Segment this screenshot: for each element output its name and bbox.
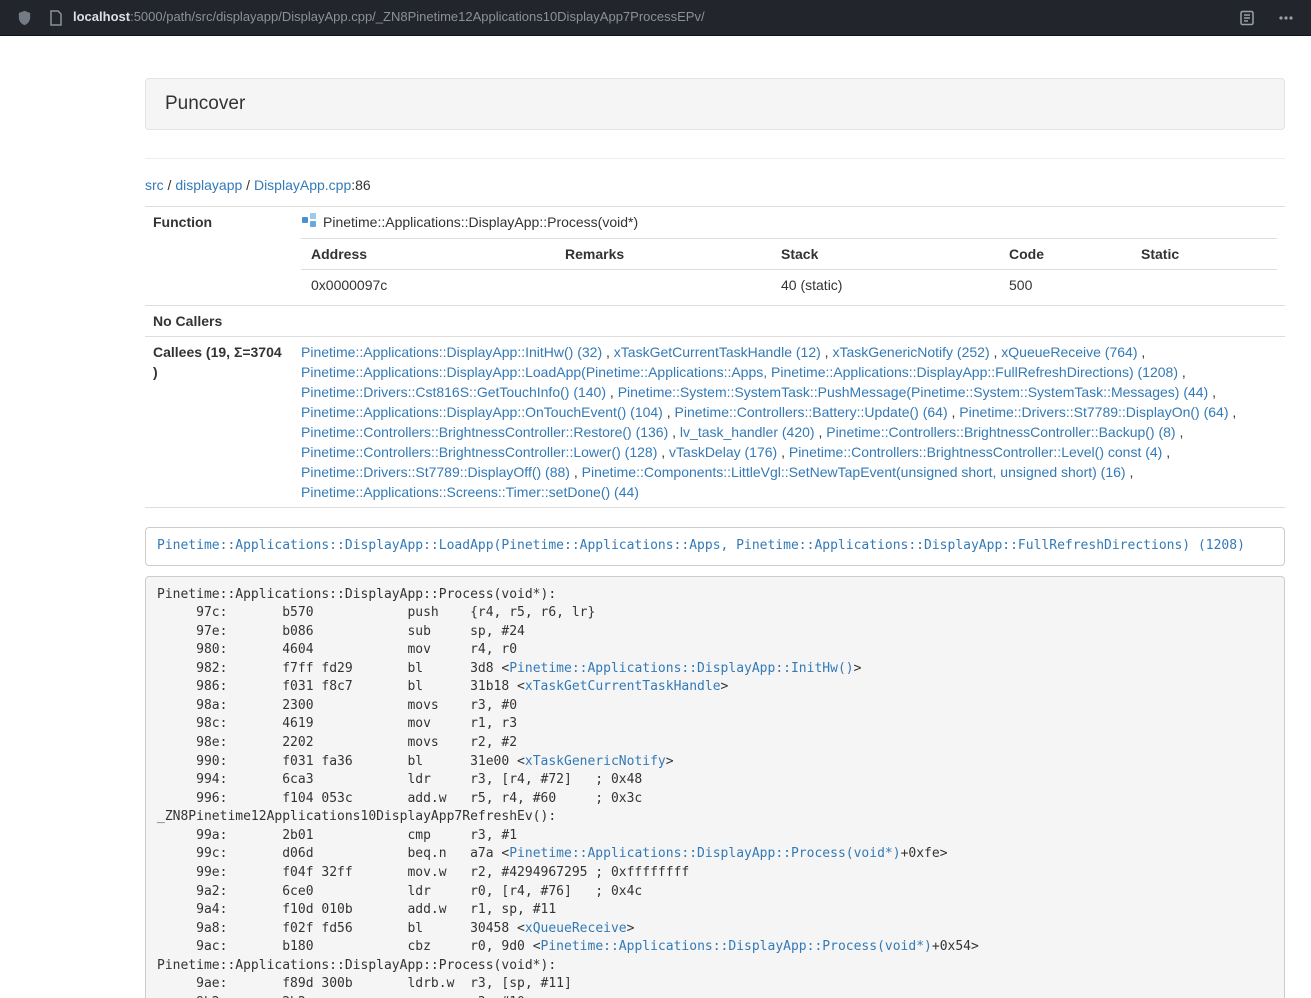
callees-label: Callees (19, Σ=3704 ) xyxy=(145,336,293,507)
callee-link[interactable]: Pinetime::Drivers::Cst816S::GetTouchInfo… xyxy=(301,384,606,400)
code-size-value: 500 xyxy=(999,269,1131,300)
function-name-line: Pinetime::Applications::DisplayApp::Proc… xyxy=(301,212,1277,233)
column-address: Address xyxy=(301,238,555,269)
function-label: Function xyxy=(145,206,293,305)
address-value: 0x0000097c xyxy=(301,269,555,300)
callee-link[interactable]: Pinetime::Applications::DisplayApp::Load… xyxy=(301,364,1178,380)
callee-link[interactable]: Pinetime::Controllers::BrightnessControl… xyxy=(301,424,668,440)
breadcrumb: src / displayapp / DisplayApp.cpp:86 xyxy=(145,176,1285,196)
callee-link[interactable]: Pinetime::Drivers::St7789::DisplayOn() (… xyxy=(959,404,1228,420)
function-row: Function Pinetime::Applications::Display… xyxy=(145,206,1285,305)
stats-header-row: Address Remarks Stack Code Static xyxy=(301,238,1277,269)
selected-symbol-link[interactable]: Pinetime::Applications::DisplayApp::Load… xyxy=(157,538,1245,553)
breadcrumb-line-number: :86 xyxy=(351,177,370,193)
function-stats-table: Address Remarks Stack Code Static 0x0000… xyxy=(301,238,1277,300)
callee-link[interactable]: Pinetime::Applications::Screens::Timer::… xyxy=(301,484,639,500)
no-callers-row: No Callers xyxy=(145,305,1285,336)
url-path: :5000/path/src/displayapp/DisplayApp.cpp… xyxy=(130,9,705,24)
disassembly-symbol-link[interactable]: Pinetime::Applications::DisplayApp::Proc… xyxy=(509,846,900,861)
breadcrumb-link[interactable]: src xyxy=(145,177,164,193)
breadcrumb-separator: / xyxy=(242,177,254,193)
browser-chrome: localhost:5000/path/src/displayapp/Displ… xyxy=(0,0,1311,36)
callee-link[interactable]: Pinetime::Applications::DisplayApp::Init… xyxy=(301,344,602,360)
shield-icon[interactable] xyxy=(14,7,35,29)
stack-value: 40 (static) xyxy=(771,269,999,300)
disassembly-symbol-link[interactable]: xTaskGenericNotify xyxy=(525,754,666,769)
disassembly-symbol-link[interactable]: Pinetime::Applications::DisplayApp::Init… xyxy=(509,661,853,676)
callee-link[interactable]: Pinetime::Applications::DisplayApp::OnTo… xyxy=(301,404,663,420)
function-name: Pinetime::Applications::DisplayApp::Proc… xyxy=(323,212,638,232)
breadcrumb-separator: / xyxy=(164,177,176,193)
disassembly-symbol-link[interactable]: xQueueReceive xyxy=(525,921,627,936)
breadcrumb-link[interactable]: DisplayApp.cpp xyxy=(254,177,351,193)
page-icon xyxy=(47,8,65,28)
callee-link[interactable]: Pinetime::Components::LittleVgl::SetNewT… xyxy=(582,464,1126,480)
reader-mode-icon[interactable] xyxy=(1237,8,1257,28)
callee-link[interactable]: vTaskDelay (176) xyxy=(669,444,777,460)
callee-link[interactable]: xQueueReceive (764) xyxy=(1001,344,1137,360)
page-content: Puncover src / displayapp / DisplayApp.c… xyxy=(145,36,1285,998)
function-info-table: Function Pinetime::Applications::Display… xyxy=(145,206,1285,508)
column-stack: Stack xyxy=(771,238,999,269)
callees-list: Pinetime::Applications::DisplayApp::Init… xyxy=(293,336,1285,507)
url-host: localhost xyxy=(73,9,130,24)
app-title: Puncover xyxy=(165,93,245,114)
callee-link[interactable]: xTaskGenericNotify (252) xyxy=(832,344,989,360)
column-static: Static xyxy=(1131,238,1277,269)
callee-link[interactable]: lv_task_handler (420) xyxy=(680,424,815,440)
callee-link[interactable]: Pinetime::Controllers::BrightnessControl… xyxy=(301,444,657,460)
no-callers-label: No Callers xyxy=(145,305,293,336)
disassembly-symbol-link[interactable]: xTaskGetCurrentTaskHandle xyxy=(525,679,721,694)
app-header: Puncover xyxy=(145,78,1285,130)
disassembly-symbol-link[interactable]: Pinetime::Applications::DisplayApp::Proc… xyxy=(541,939,932,954)
callee-link[interactable]: xTaskGetCurrentTaskHandle (12) xyxy=(614,344,821,360)
divider xyxy=(145,158,1285,159)
callee-link[interactable]: Pinetime::Drivers::St7789::DisplayOff() … xyxy=(301,464,570,480)
function-icon xyxy=(301,212,317,233)
disassembly-block: Pinetime::Applications::DisplayApp::Proc… xyxy=(145,576,1285,998)
static-value xyxy=(1131,269,1277,300)
breadcrumb-link[interactable]: displayapp xyxy=(175,177,242,193)
selected-symbol-box: Pinetime::Applications::DisplayApp::Load… xyxy=(145,527,1285,566)
column-remarks: Remarks xyxy=(555,238,771,269)
callee-link[interactable]: Pinetime::Controllers::BrightnessControl… xyxy=(826,424,1175,440)
callees-row: Callees (19, Σ=3704 ) Pinetime::Applicat… xyxy=(145,336,1285,507)
remarks-value xyxy=(555,269,771,300)
callee-link[interactable]: Pinetime::Controllers::Battery::Update()… xyxy=(675,404,948,420)
overflow-menu-icon[interactable] xyxy=(1275,8,1297,28)
callee-link[interactable]: Pinetime::Controllers::BrightnessControl… xyxy=(789,444,1162,460)
callee-link[interactable]: Pinetime::System::SystemTask::PushMessag… xyxy=(618,384,1209,400)
address-bar[interactable]: localhost:5000/path/src/displayapp/Displ… xyxy=(73,8,1225,27)
column-code: Code xyxy=(999,238,1131,269)
stats-value-row: 0x0000097c 40 (static) 500 xyxy=(301,269,1277,300)
